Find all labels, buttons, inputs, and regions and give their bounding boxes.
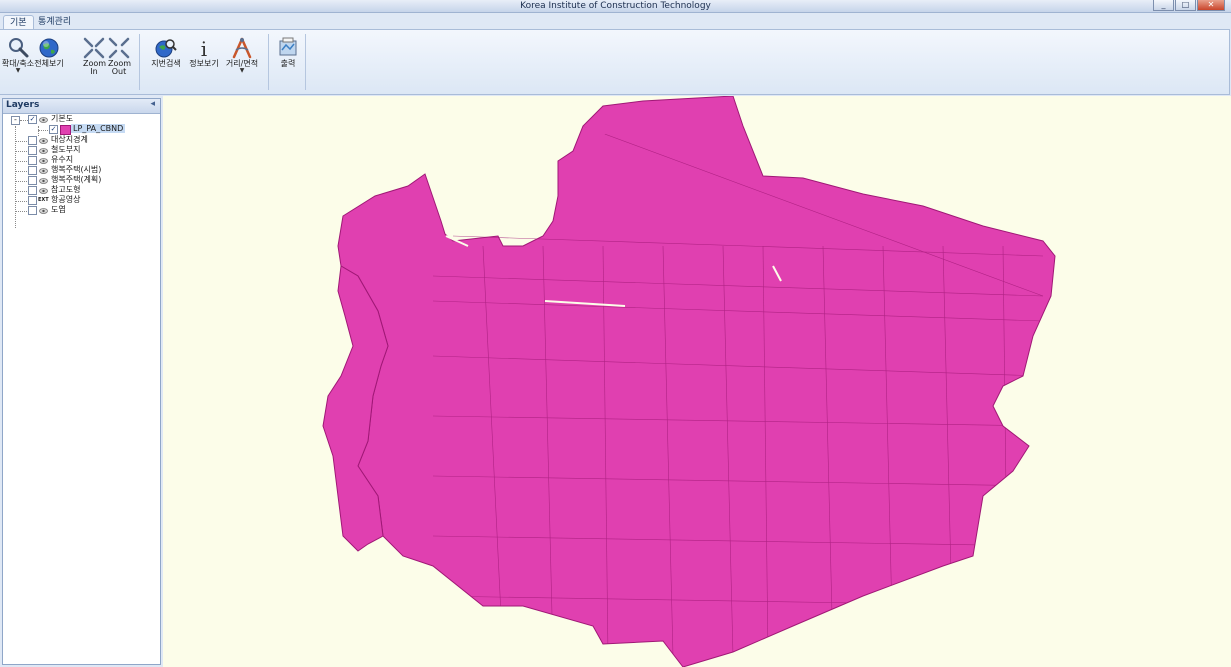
parcel-map bbox=[322, 96, 1056, 667]
tab-statistics[interactable]: 통계관리 bbox=[32, 15, 77, 29]
layer-checkbox[interactable] bbox=[28, 146, 37, 155]
layer-checkbox[interactable] bbox=[28, 206, 37, 215]
layer-color-swatch bbox=[60, 125, 71, 135]
eye-icon[interactable] bbox=[39, 208, 48, 214]
group-separator bbox=[139, 34, 140, 90]
title-bar: Korea Institute of Construction Technolo… bbox=[0, 0, 1231, 13]
layer-checkbox-lp-pa-cbnd[interactable]: ✓ bbox=[49, 125, 58, 134]
eye-icon[interactable] bbox=[39, 148, 48, 154]
full-view-label: 전체보기 bbox=[34, 59, 64, 68]
parcel-search-button[interactable]: 지번검색 bbox=[151, 34, 181, 86]
layer-label[interactable]: 유수지 bbox=[51, 155, 73, 165]
close-button[interactable]: ✕ bbox=[1197, 0, 1225, 11]
layer-checkbox[interactable] bbox=[28, 196, 37, 205]
zoom-out-button[interactable]: Zoom Out bbox=[105, 34, 133, 86]
expander-icon[interactable]: - bbox=[11, 116, 20, 125]
parcel-search-label: 지번검색 bbox=[151, 59, 181, 68]
print-label: 출력 bbox=[280, 59, 296, 68]
layer-label[interactable]: 행복주택(계획) bbox=[51, 175, 101, 185]
print-button[interactable]: 출력 bbox=[274, 34, 302, 86]
dropdown-arrow-icon: ▼ bbox=[15, 67, 21, 74]
info-label: 정보보기 bbox=[189, 59, 219, 68]
layers-panel: Layers ◂ - ✓ 기본도 ✓ LP_PA_CBND 대상지경계 철도부지… bbox=[2, 98, 161, 665]
layer-checkbox[interactable] bbox=[28, 176, 37, 185]
zoom-in-button[interactable]: Zoom In bbox=[80, 34, 108, 86]
collapse-icon[interactable]: ◂ bbox=[150, 99, 155, 109]
dropdown-arrow-icon: ▼ bbox=[239, 67, 245, 74]
tree-line bbox=[20, 120, 28, 121]
zoom-out-arrows-icon bbox=[108, 37, 130, 59]
layers-panel-header: Layers ◂ bbox=[3, 99, 160, 114]
info-button[interactable]: i 정보보기 bbox=[189, 34, 218, 86]
layer-label[interactable]: 철도부지 bbox=[51, 145, 80, 155]
raster-icon: EXT bbox=[38, 197, 49, 203]
group-separator bbox=[305, 34, 306, 90]
eye-icon[interactable] bbox=[39, 117, 48, 123]
eye-icon[interactable] bbox=[39, 168, 48, 174]
eye-icon[interactable] bbox=[39, 188, 48, 194]
layer-checkbox[interactable] bbox=[28, 186, 37, 195]
tree-line bbox=[38, 126, 39, 136]
window-title: Korea Institute of Construction Technolo… bbox=[520, 1, 711, 11]
info-icon: i bbox=[201, 37, 207, 60]
eye-icon[interactable] bbox=[39, 158, 48, 164]
layer-label-root[interactable]: 기본도 bbox=[51, 114, 73, 124]
ribbon-tabs: 기본 통계관리 bbox=[0, 13, 1231, 30]
layer-label[interactable]: 도엽 bbox=[51, 205, 66, 215]
layer-item-lp-pa-cbnd[interactable]: LP_PA_CBND bbox=[71, 124, 126, 134]
measure-button[interactable]: 거리/면적 ▼ bbox=[226, 34, 258, 86]
layer-label-lp-pa-cbnd: LP_PA_CBND bbox=[71, 124, 126, 133]
zoom-out-label: Zoom Out bbox=[108, 59, 132, 76]
eye-icon[interactable] bbox=[39, 138, 48, 144]
layer-checkbox[interactable] bbox=[28, 166, 37, 175]
eye-icon[interactable] bbox=[39, 178, 48, 184]
layer-checkbox[interactable] bbox=[28, 136, 37, 145]
globe-search-icon bbox=[155, 39, 177, 58]
minimize-button[interactable]: _ bbox=[1153, 0, 1174, 11]
full-view-button[interactable]: 전체보기 bbox=[34, 34, 64, 86]
magnifier-icon bbox=[9, 38, 29, 58]
tree-line bbox=[38, 130, 48, 131]
tab-basic[interactable]: 기본 bbox=[3, 15, 34, 30]
svg-text:i: i bbox=[201, 37, 207, 60]
zoom-in-label: Zoom In bbox=[83, 59, 107, 76]
zoom-button[interactable]: 확대/축소 ▼ bbox=[2, 34, 34, 86]
layer-label[interactable]: 행복주택(시범) bbox=[51, 165, 101, 175]
layer-label[interactable]: 참고도형 bbox=[51, 185, 80, 195]
layer-label[interactable]: 대상지경계 bbox=[51, 135, 88, 145]
layers-title: Layers bbox=[6, 100, 40, 110]
zoom-in-arrows-icon bbox=[83, 37, 105, 59]
globe-icon bbox=[39, 38, 59, 58]
maximize-button[interactable]: □ bbox=[1175, 0, 1196, 11]
map-canvas[interactable] bbox=[163, 96, 1231, 667]
layer-label[interactable]: 항공영상 bbox=[51, 195, 80, 205]
layer-checkbox[interactable] bbox=[28, 156, 37, 165]
window-controls: _ □ ✕ bbox=[1153, 0, 1225, 11]
layer-checkbox-root[interactable]: ✓ bbox=[28, 115, 37, 124]
ribbon: 확대/축소 ▼ 전체보기 Zoom In Zoom Out 지번검색 i 정보보… bbox=[0, 29, 1230, 95]
map-print-icon bbox=[279, 37, 297, 56]
compass-icon bbox=[232, 37, 252, 59]
